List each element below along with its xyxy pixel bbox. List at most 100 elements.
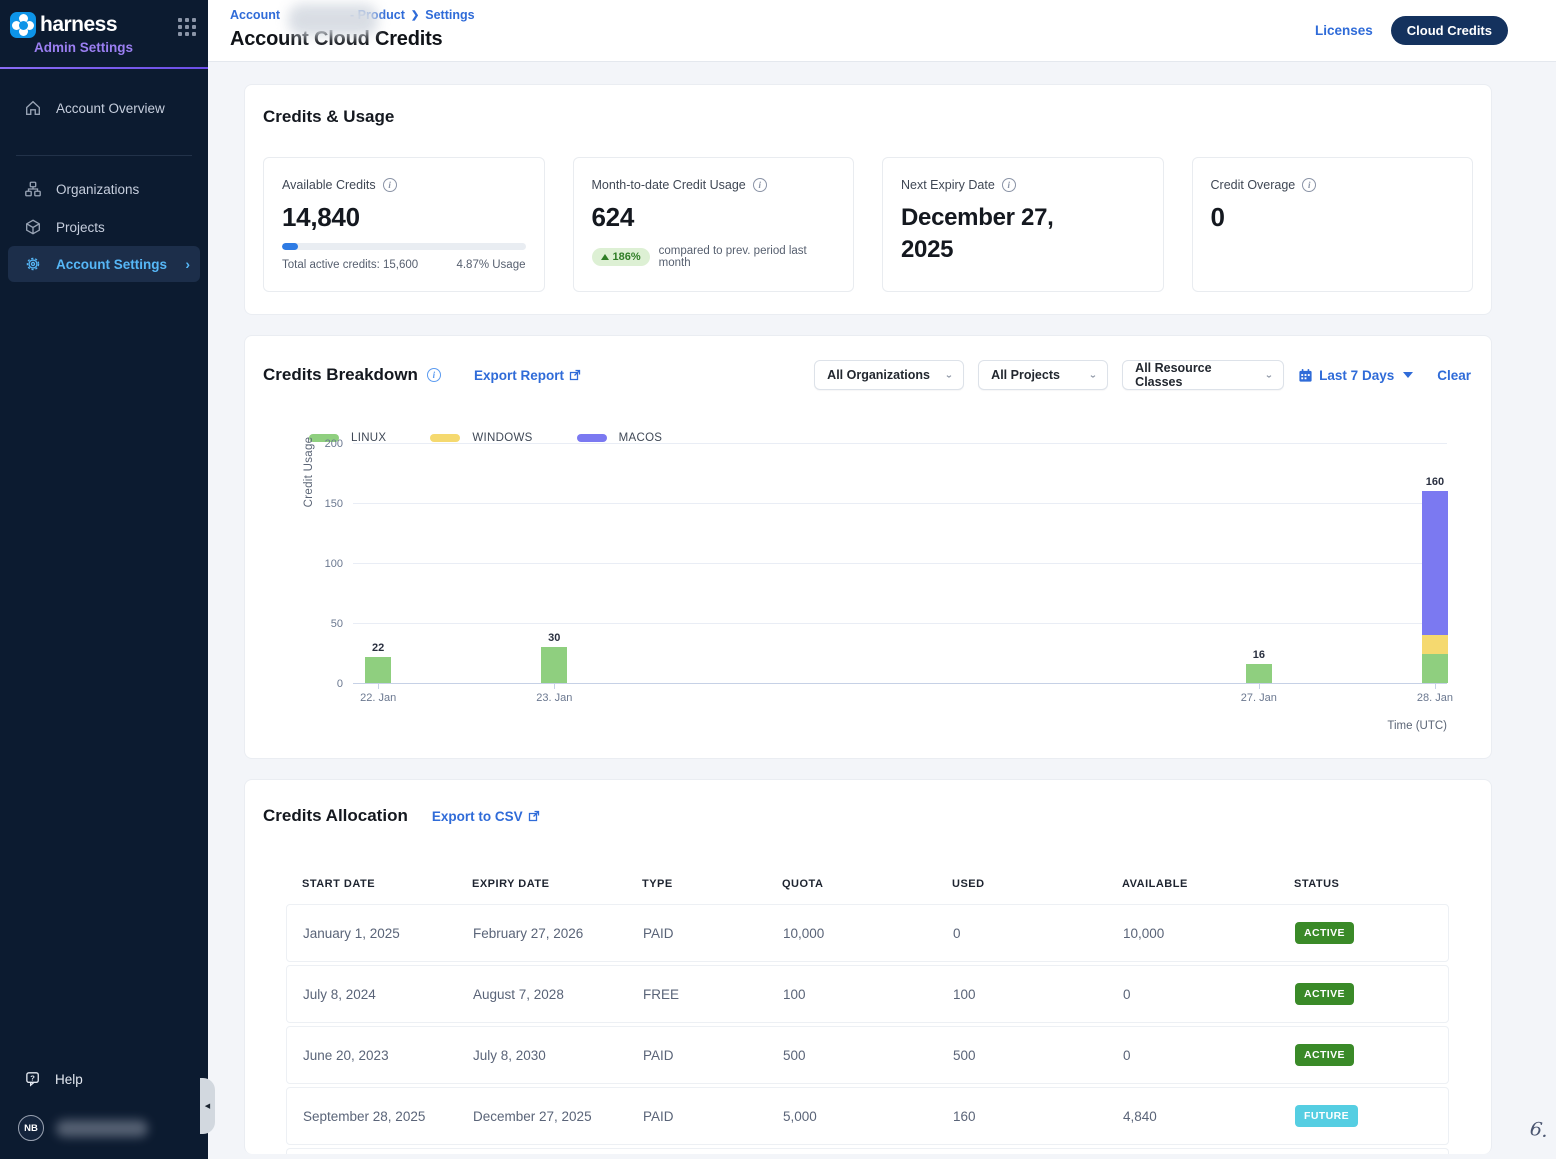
resource-classes-filter-value: All Resource Classes: [1135, 361, 1255, 389]
chevron-right-icon: ›: [185, 256, 190, 272]
status-badge: ACTIVE: [1295, 1044, 1354, 1066]
bar-28Jan[interactable]: [1422, 491, 1448, 683]
status-badge: ACTIVE: [1295, 922, 1354, 944]
bar-segment-linux: [1246, 664, 1272, 683]
table-row: January 1, 2025February 27, 2026PAID10,0…: [286, 904, 1449, 962]
next-expiry-value: December 27, 2025: [901, 202, 1101, 267]
x-axis-tick-label: 22. Jan: [360, 692, 396, 704]
cell-quota: 500: [783, 1048, 953, 1063]
organizations-filter-value: All Organizations: [827, 368, 930, 382]
info-icon[interactable]: i: [753, 178, 767, 192]
x-axis-tick-mark: [378, 684, 379, 689]
legend-swatch: [577, 434, 607, 442]
cloud-credits-button[interactable]: Cloud Credits: [1391, 16, 1508, 45]
info-icon[interactable]: i: [383, 178, 397, 192]
user-name-redacted: [56, 1120, 148, 1137]
cell-used: 0: [953, 926, 1123, 941]
svg-text:?: ?: [30, 1073, 35, 1082]
sidebar-item-account-overview[interactable]: Account Overview: [0, 89, 208, 127]
delta-percent: 186%: [613, 251, 641, 263]
cell-available: 10,000: [1123, 926, 1295, 941]
column-header: QUOTA: [782, 878, 952, 890]
cell-start: January 1, 2025: [303, 926, 473, 941]
clear-filters-button[interactable]: Clear: [1437, 368, 1471, 383]
cell-available: 0: [1123, 1048, 1295, 1063]
harness-logo-icon: [10, 12, 36, 38]
x-axis-tick-mark: [1259, 684, 1260, 689]
x-axis-line: [353, 683, 1447, 684]
x-axis-tick-label: 28. Jan: [1417, 692, 1453, 704]
licenses-link[interactable]: Licenses: [1315, 23, 1373, 38]
date-range-picker[interactable]: Last 7 Days: [1298, 368, 1413, 383]
credit-overage-card: Credit Overage i 0: [1192, 157, 1474, 292]
sidebar-item-organizations[interactable]: Organizations: [0, 170, 208, 208]
credits-allocation-title: Credits Allocation: [263, 806, 408, 826]
credits-breakdown-title: Credits Breakdown: [263, 365, 418, 385]
info-icon[interactable]: i: [1002, 178, 1016, 192]
bar-total-label: 16: [1253, 649, 1265, 665]
projects-filter-select[interactable]: All Projects ⌄: [978, 360, 1108, 390]
gridline: [353, 563, 1447, 564]
gridline: [353, 443, 1447, 444]
y-axis-tick: 150: [325, 498, 343, 510]
metric-label: Month-to-date Credit Usage: [592, 178, 746, 192]
breadcrumb-account-link[interactable]: Account: [230, 8, 280, 22]
metric-label: Credit Overage: [1211, 178, 1296, 192]
organizations-filter-select[interactable]: All Organizations ⌄: [814, 360, 964, 390]
cell-used: 160: [953, 1109, 1123, 1124]
sidebar-collapse-handle[interactable]: ◀: [200, 1078, 215, 1134]
gridline: [353, 623, 1447, 624]
y-axis-tick: 0: [337, 678, 343, 690]
bar-segment-linux: [1422, 654, 1448, 683]
mtd-usage-value: 624: [592, 202, 836, 233]
cell-expiry: August 7, 2028: [473, 987, 643, 1002]
status-badge: FUTURE: [1295, 1105, 1358, 1127]
bar-23Jan[interactable]: [541, 647, 567, 683]
info-icon[interactable]: i: [1302, 178, 1316, 192]
home-icon: [24, 99, 42, 117]
cell-type: FREE: [643, 987, 783, 1002]
credits-breakdown-section: Credits Breakdown i Export Report All Or…: [244, 335, 1492, 759]
cell-used: 100: [953, 987, 1123, 1002]
bar-27Jan[interactable]: [1246, 664, 1272, 683]
resource-classes-filter-select[interactable]: All Resource Classes ⌄: [1122, 360, 1284, 390]
next-expiry-card: Next Expiry Date i December 27, 2025: [882, 157, 1164, 292]
app-grid-icon[interactable]: [178, 18, 196, 36]
brand-name: harness: [40, 12, 117, 38]
bar-segment-linux: [541, 647, 567, 683]
sidebar-item-label: Organizations: [56, 182, 139, 197]
module-subtitle: Admin Settings: [34, 40, 208, 55]
breadcrumb-settings-link[interactable]: Settings: [425, 8, 474, 22]
redacted-account-name: [288, 4, 378, 36]
column-header: STATUS: [1294, 878, 1449, 890]
help-button[interactable]: ? Help: [0, 1062, 208, 1097]
calendar-icon: [1298, 368, 1313, 383]
bar-22Jan[interactable]: [365, 657, 391, 683]
cell-type: PAID: [643, 1048, 783, 1063]
chevron-down-icon: ⌄: [1265, 371, 1273, 380]
export-csv-link[interactable]: Export to CSV: [432, 809, 540, 824]
avatar[interactable]: NB: [18, 1115, 44, 1141]
cell-quota: 5,000: [783, 1109, 953, 1124]
gear-icon: [24, 255, 42, 273]
sidebar: harness Admin Settings Account Overview …: [0, 0, 208, 1159]
column-header: START DATE: [302, 878, 472, 890]
status-badge: ACTIVE: [1295, 983, 1354, 1005]
sidebar-divider: [16, 155, 192, 156]
usage-percentage: 4.87% Usage: [456, 259, 525, 271]
sidebar-item-account-settings[interactable]: Account Settings ›: [8, 246, 200, 282]
info-icon[interactable]: i: [427, 368, 441, 382]
sidebar-item-projects[interactable]: Projects: [0, 208, 208, 246]
chart-plot-area: 0501001502002222. Jan3023. Jan1627. Jan1…: [353, 444, 1447, 684]
allocation-table: START DATEEXPIRY DATETYPEQUOTAUSEDAVAILA…: [286, 878, 1449, 1154]
metric-label: Available Credits: [282, 178, 376, 192]
export-report-link[interactable]: Export Report: [474, 368, 581, 383]
handwritten-annotation: 6.: [1528, 1118, 1549, 1142]
table-row-partial: [286, 1148, 1449, 1154]
available-credits-card: Available Credits i 14,840 Total active …: [263, 157, 545, 292]
cell-start: September 28, 2025: [303, 1109, 473, 1124]
bar-total-label: 30: [548, 632, 560, 648]
cell-available: 0: [1123, 987, 1295, 1002]
table-row: September 28, 2025December 27, 2025PAID5…: [286, 1087, 1449, 1145]
credit-usage-chart: Credit Usage 0501001502002222. Jan3023. …: [263, 432, 1471, 732]
